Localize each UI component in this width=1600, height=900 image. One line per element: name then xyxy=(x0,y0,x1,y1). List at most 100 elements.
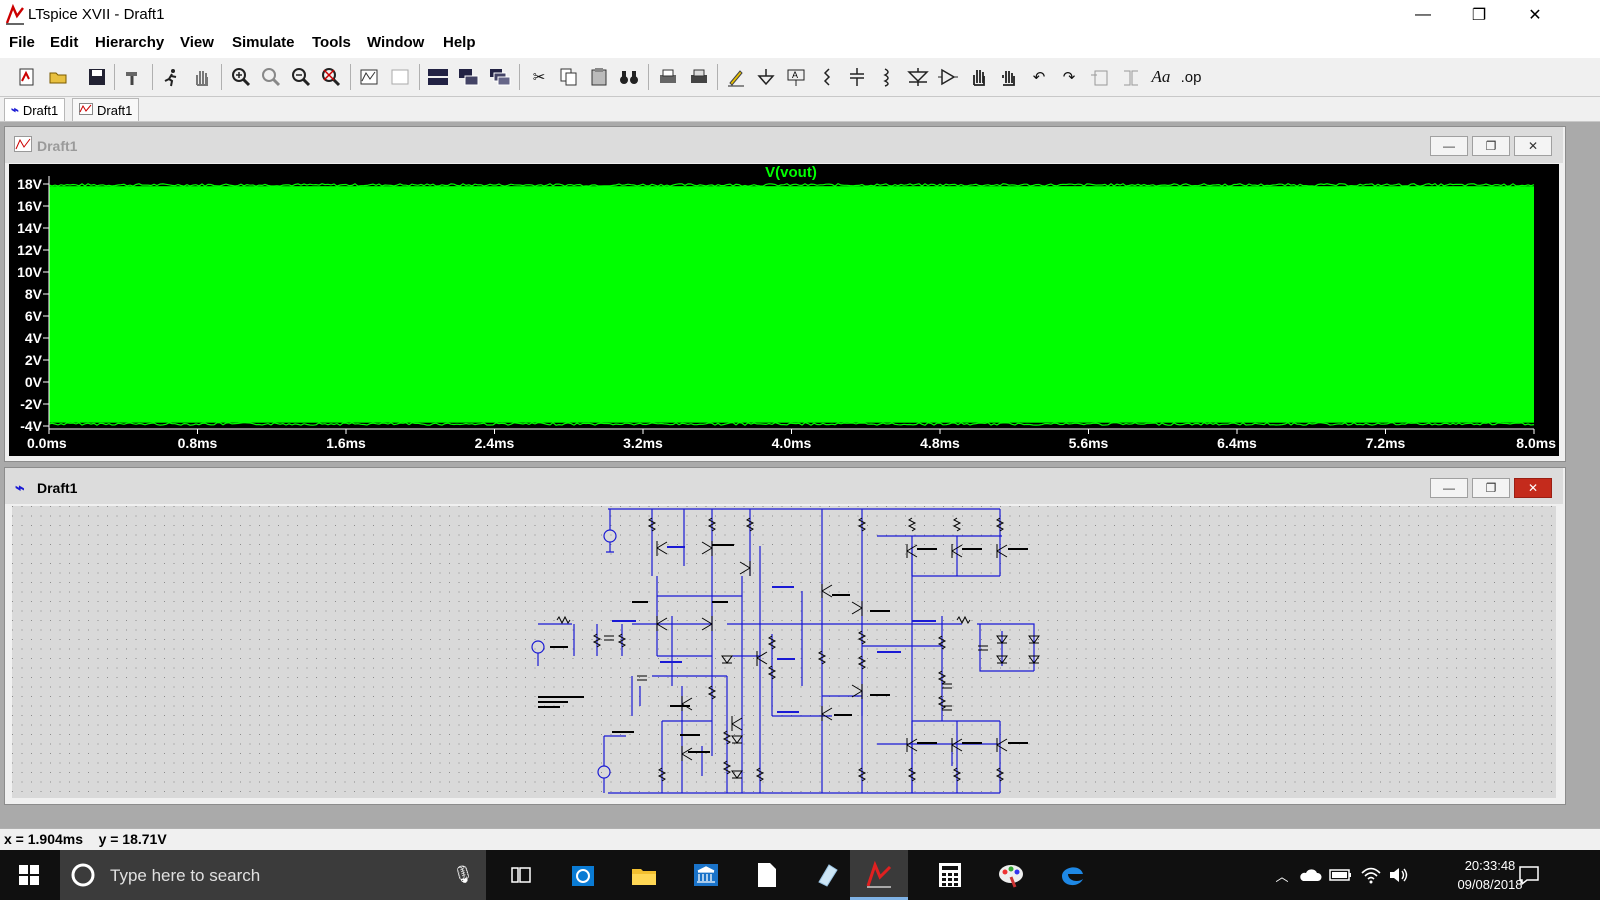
menu-hierarchy[interactable]: Hierarchy xyxy=(95,34,164,51)
menu-window[interactable]: Window xyxy=(367,34,424,51)
trace-v-vout[interactable] xyxy=(49,186,1534,423)
edge-browser-icon[interactable] xyxy=(1055,858,1089,892)
component-icon[interactable] xyxy=(935,64,961,90)
onedrive-cloud-icon[interactable] xyxy=(1293,858,1327,892)
waveform-minimize-button[interactable]: — xyxy=(1430,136,1468,156)
ltspice-taskbar-icon[interactable] xyxy=(862,858,896,892)
waveform-maximize-button[interactable]: ❐ xyxy=(1472,136,1510,156)
y-tick-label: 6V xyxy=(25,308,43,324)
tab-waveform-draft1[interactable]: Draft1 xyxy=(72,98,140,121)
ground-icon[interactable] xyxy=(753,64,779,90)
y-tick-label: 12V xyxy=(17,242,43,258)
schematic-titlebar xyxy=(5,468,1563,504)
schematic-close-button[interactable]: ✕ xyxy=(1514,478,1552,498)
notepad-app-icon[interactable] xyxy=(811,858,845,892)
menu-tools[interactable]: Tools xyxy=(312,34,351,51)
y-tick-label: 8V xyxy=(25,286,43,302)
file-explorer-icon[interactable] xyxy=(627,858,661,892)
status-bar xyxy=(0,828,1600,851)
zoom-plot-icon[interactable] xyxy=(387,64,413,90)
redo-icon[interactable]: ↷ xyxy=(1056,64,1082,90)
x-tick-label: 0.8ms xyxy=(178,435,218,451)
x-tick-label: 2.4ms xyxy=(475,435,515,451)
text-tool-icon[interactable]: Aa xyxy=(1148,64,1174,90)
y-tick-label: 14V xyxy=(17,220,43,236)
minimize-window-button[interactable]: — xyxy=(1400,0,1446,30)
restore-window-button[interactable]: ❐ xyxy=(1456,0,1502,30)
x-tick-label: 3.2ms xyxy=(623,435,663,451)
spice-directive-icon[interactable]: .op xyxy=(1178,64,1204,90)
find-binoculars-icon[interactable] xyxy=(616,64,642,90)
schematic-canvas[interactable] xyxy=(12,506,1556,798)
move-hand-icon[interactable] xyxy=(966,64,992,90)
y-tick-label: 10V xyxy=(17,264,43,280)
x-tick-label: 4.8ms xyxy=(920,435,960,451)
menu-help[interactable]: Help xyxy=(443,34,476,51)
cascade-windows-icon[interactable] xyxy=(487,64,513,90)
print-setup-icon[interactable] xyxy=(686,64,712,90)
capacitor-icon[interactable] xyxy=(844,64,870,90)
paste-icon[interactable] xyxy=(586,64,612,90)
volume-speaker-icon[interactable] xyxy=(1382,858,1416,892)
store-app-icon[interactable] xyxy=(566,858,600,892)
run-simulation-icon[interactable] xyxy=(158,64,184,90)
document-app-icon[interactable] xyxy=(750,858,784,892)
y-tick-label: 18V xyxy=(17,176,43,192)
windows-start-icon[interactable] xyxy=(12,858,46,892)
inductor-icon[interactable] xyxy=(874,64,900,90)
zoom-full-icon[interactable] xyxy=(318,64,344,90)
x-tick-label: 5.6ms xyxy=(1069,435,1109,451)
tile-horizontal-icon[interactable] xyxy=(425,64,451,90)
paint-app-icon[interactable] xyxy=(994,858,1028,892)
menu-file[interactable]: File xyxy=(9,34,35,51)
save-icon[interactable] xyxy=(84,64,110,90)
halt-hand-icon[interactable] xyxy=(189,64,215,90)
menu-simulate[interactable]: Simulate xyxy=(232,34,295,51)
bank-app-icon[interactable] xyxy=(689,858,723,892)
schematic-minimize-button[interactable]: — xyxy=(1430,478,1468,498)
schematic-window-title: Draft1 xyxy=(37,480,78,496)
close-window-button[interactable]: ✕ xyxy=(1512,0,1558,30)
waveform-plot[interactable]: V(vout) 18V16V14V12V10V8V6V4V2V0V-2V-4V … xyxy=(9,164,1559,456)
resistor-icon[interactable] xyxy=(814,64,840,90)
control-panel-hammer-icon[interactable] xyxy=(120,64,146,90)
menu-view[interactable]: View xyxy=(180,34,214,51)
tile-vertical-icon[interactable] xyxy=(456,64,482,90)
draw-wire-pencil-icon[interactable] xyxy=(723,64,749,90)
y-tick-label: 4V xyxy=(25,330,43,346)
battery-icon[interactable] xyxy=(1324,858,1358,892)
menu-edit[interactable]: Edit xyxy=(50,34,78,51)
trace-legend[interactable]: V(vout) xyxy=(765,164,817,181)
schematic-maximize-button[interactable]: ❐ xyxy=(1472,478,1510,498)
pan-icon[interactable] xyxy=(258,64,284,90)
diode-icon[interactable] xyxy=(905,64,931,90)
zoom-in-icon[interactable] xyxy=(228,64,254,90)
new-schematic-icon[interactable] xyxy=(14,64,40,90)
x-tick-label: 0.0ms xyxy=(27,435,67,451)
tab-schematic-draft1[interactable]: ⌁ Draft1 xyxy=(4,98,66,121)
label-net-icon[interactable]: A xyxy=(783,64,809,90)
calculator-icon[interactable] xyxy=(933,858,967,892)
rotate-icon[interactable] xyxy=(1087,64,1113,90)
task-view-icon[interactable] xyxy=(504,858,538,892)
drag-hand-icon[interactable] xyxy=(996,64,1022,90)
ltspice-app-icon[interactable] xyxy=(4,3,26,26)
print-icon[interactable] xyxy=(655,64,681,90)
y-tick-label: -4V xyxy=(20,418,42,434)
waveform-close-button[interactable]: ✕ xyxy=(1514,136,1552,156)
copy-icon[interactable] xyxy=(556,64,582,90)
x-tick-label: 1.6ms xyxy=(326,435,366,451)
y-tick-label: 0V xyxy=(25,374,43,390)
microphone-icon[interactable]: 🎙 xyxy=(446,858,480,892)
cut-scissors-icon[interactable]: ✂ xyxy=(526,64,552,90)
action-center-notification-icon[interactable] xyxy=(1512,858,1546,892)
y-tick-label: 2V xyxy=(25,352,43,368)
autorange-plot-icon[interactable] xyxy=(356,64,382,90)
zoom-out-icon[interactable] xyxy=(288,64,314,90)
y-tick-label: 16V xyxy=(17,198,43,214)
cortana-circle-icon[interactable] xyxy=(70,862,96,893)
open-folder-icon[interactable] xyxy=(45,64,71,90)
mirror-icon[interactable] xyxy=(1118,64,1144,90)
undo-icon[interactable]: ↶ xyxy=(1026,64,1052,90)
waveform-window-title: Draft1 xyxy=(37,138,78,154)
